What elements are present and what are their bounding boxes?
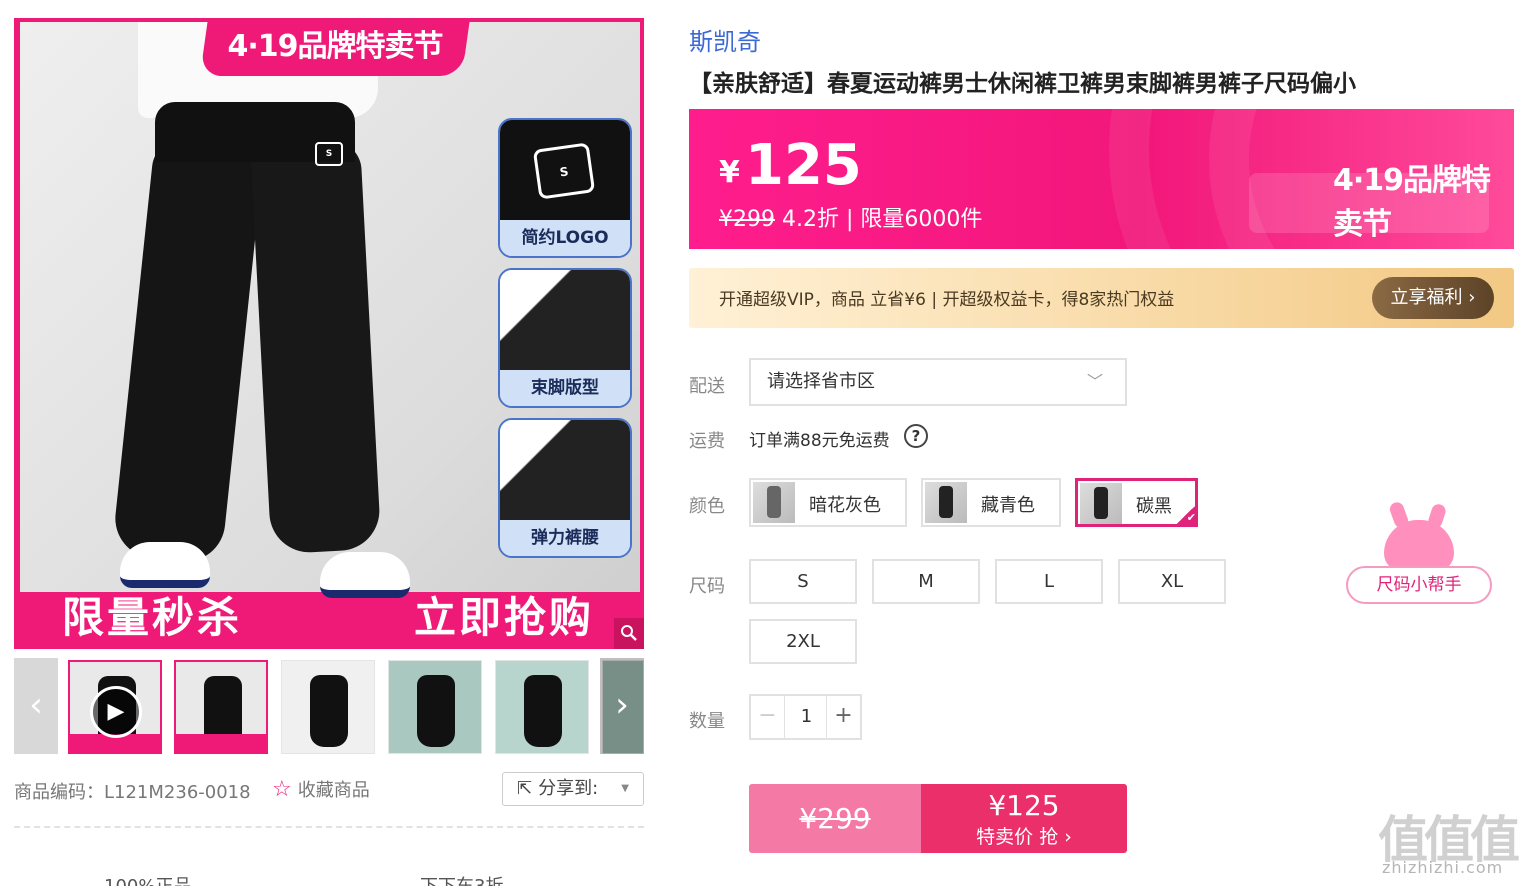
festival-banner-text: 4·19品牌特卖节 [227,29,443,64]
question-icon[interactable]: ? [904,424,928,448]
mascot-icon [1384,520,1454,572]
star-icon: ☆ [272,777,292,802]
thumbnail-image[interactable] [388,660,482,754]
buy-original-price: ¥299 [749,784,921,853]
check-icon: ✔ [1172,505,1198,527]
feature-card-waist: 弹力裤腰 [498,418,632,558]
thumbnail-prev-button[interactable]: ‹ [14,658,58,754]
festival-label: 4·19品牌特卖节 [1333,163,1491,242]
promo-right-text: 立即抢购 [414,593,595,642]
festival-banner: 4·19品牌特卖节 [199,18,471,76]
size-option-xl[interactable]: XL [1118,559,1226,604]
color-option-label: 藏青色 [981,495,1035,516]
quantity-plus-button[interactable]: + [826,696,860,738]
sku-code: 商品编码：L121M236-0018 [14,782,251,803]
share-label: 分享到: [538,778,599,799]
color-label: 颜色 [689,496,725,517]
vip-benefit-button[interactable]: 立享福利 › [1372,277,1494,319]
color-option-grey[interactable]: 暗花灰色 [749,478,907,527]
buy-deal-button[interactable]: ¥125 特卖价 抢 › [921,784,1127,853]
thumbnail-strip: ‹ ▶ › [14,658,644,754]
model-pants: S [111,92,382,566]
color-swatch [753,482,795,523]
color-swatch [1080,483,1122,524]
original-price: ¥299 [719,207,775,232]
freight-text: 订单满88元免运费 [749,431,890,451]
color-swatch [925,482,967,523]
brand-link[interactable]: 斯凯奇 [689,22,761,57]
chevron-left-icon: ‹ [29,685,43,725]
color-option-label: 暗花灰色 [809,495,881,516]
thumbnail-image[interactable] [281,660,375,754]
feature-card-logo: S 简约LOGO [498,118,632,258]
favorite-label: 收藏商品 [297,780,370,801]
size-option-s[interactable]: S [749,559,857,604]
size-option-2xl[interactable]: 2XL [749,619,857,664]
buy-deal-cta: 特卖价 抢 › [976,826,1072,848]
divider [14,826,644,828]
share-dropdown[interactable]: ⇱ 分享到: ▼ [502,772,644,806]
quantity-input[interactable]: 1 [785,696,828,738]
quantity-minus-button[interactable]: − [751,696,785,738]
thumbnail-video[interactable]: ▶ [68,660,162,754]
region-select[interactable]: 请选择省市区 ﹀ [749,358,1127,406]
caret-down-icon: ▼ [621,783,629,794]
freight-label: 运费 [689,431,725,452]
quantity-stepper: − 1 + [749,694,862,740]
share-icon: ⇱ [517,778,533,799]
current-price: 125 [745,133,862,198]
product-title: 【亲肤舒适】春夏运动裤男士休闲裤卫裤男束脚裤男裤子尺码偏小 [689,71,1356,97]
feature-label: 弹力裤腰 [500,520,630,556]
promo-strip: 限量秒杀 立即抢购 [14,578,644,649]
magnifier-icon[interactable] [614,618,644,649]
size-option-m[interactable]: M [872,559,980,604]
favorite-button[interactable]: ☆ 收藏商品 [272,776,370,802]
color-option-label: 碳黑 [1136,496,1172,517]
guarantee-genuine: 100%正品 [104,872,191,886]
quantity-label: 数量 [689,711,725,732]
price-panel: ¥ 125 ¥299 4.2折 | 限量6000件 4·19品牌特卖节 [689,109,1514,249]
size-option-l[interactable]: L [995,559,1103,604]
feature-label: 简约LOGO [500,220,630,256]
watermark-site: zhizhizhi.com [1382,858,1504,877]
buy-button[interactable]: ¥299 ¥125 特卖价 抢 › [749,784,1127,853]
region-select-value: 请选择省市区 [767,371,875,392]
size-helper-button[interactable]: 尺码小帮手 [1346,566,1492,604]
discount-info: 4.2折 | 限量6000件 [775,207,983,232]
buy-deal-price: ¥125 [988,789,1060,822]
vip-promo-text: 开通超级VIP，商品 立省¥6 | 开超级权益卡，得8家热门权益 [719,290,1175,310]
pants-logo: S [315,142,343,166]
color-option-navy[interactable]: 藏青色 [921,478,1061,527]
chevron-down-icon: ﹀ [1086,372,1103,391]
thumbnail-image[interactable] [174,660,268,754]
product-meta-row: 商品编码：L121M236-0018 ☆ 收藏商品 ⇱ 分享到: ▼ [14,772,644,808]
size-label: 尺码 [689,576,725,597]
site-watermark: 值值值 zhizhizhi.com [1378,800,1528,882]
thumbnail-image[interactable] [495,660,589,754]
chevron-right-icon: › [615,685,629,725]
feature-label: 束脚版型 [500,370,630,406]
main-product-image[interactable]: S S 简约LOGO 束脚版型 弹力裤腰 4·19品牌特卖节 限量秒杀 立即抢购 [14,18,644,649]
color-option-black[interactable]: 碳黑 ✔ [1075,478,1198,527]
vip-promo-bar: 开通超级VIP，商品 立省¥6 | 开超级权益卡，得8家热门权益 立享福利 › [689,268,1514,328]
currency-symbol: ¥ [719,155,740,190]
promo-left-text: 限量秒杀 [62,593,243,642]
delivery-label: 配送 [689,376,725,397]
thumbnail-next-button[interactable]: › [600,658,644,754]
feature-card-cuff: 束脚版型 [498,268,632,408]
size-helper[interactable]: 尺码小帮手 [1346,520,1494,604]
play-icon[interactable]: ▶ [90,686,142,738]
skechers-logo: S [532,142,596,200]
guarantee-discount: 下下车3折 [420,872,503,886]
product-photo: S S 简约LOGO 束脚版型 弹力裤腰 [20,22,640,598]
price-detail: ¥299 4.2折 | 限量6000件 [719,201,982,233]
